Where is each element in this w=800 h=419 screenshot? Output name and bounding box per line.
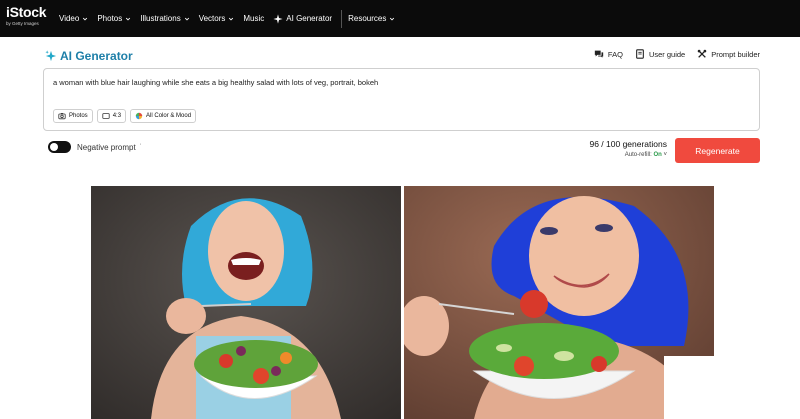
auto-refill-value: On — [653, 152, 662, 158]
book-icon — [636, 49, 644, 59]
chat-bubbles-icon — [594, 50, 604, 58]
nav-item-video[interactable]: Video — [59, 14, 88, 23]
istock-logo[interactable]: iStock by Getty Images — [6, 5, 56, 32]
aspect-ratio-icon — [102, 113, 110, 119]
user-guide-label: User guide — [648, 49, 686, 59]
chip-label: 4:3 — [112, 113, 122, 119]
top-nav: iStock by Getty Images Video Photos Illu… — [0, 0, 800, 37]
toggle-knob — [50, 143, 58, 151]
nav-item-vectors[interactable]: Vectors — [199, 14, 235, 23]
prompt-builder-label: Prompt builder — [711, 49, 760, 59]
logo-text: iStock — [6, 4, 47, 20]
chevron-down-icon — [390, 17, 395, 21]
generation-count: 96 / 100 generations — [589, 139, 667, 149]
nav-item-label: Vectors — [198, 14, 226, 23]
nav-item-ai-generator[interactable]: AI Generator — [273, 13, 333, 24]
page-title: AI Generator — [45, 49, 133, 63]
help-tools: FAQ User guide Prompt builder — [582, 49, 760, 59]
nav-item-label: Music — [243, 14, 265, 23]
nav-item-music[interactable]: Music — [243, 14, 264, 23]
tools-icon — [697, 49, 707, 58]
nav-item-illustrations[interactable]: Illustrations — [140, 14, 189, 23]
prompt-builder-link[interactable]: Prompt builder — [697, 49, 760, 59]
nav-item-label: AI Generator — [286, 14, 333, 23]
user-guide-link[interactable]: User guide — [635, 49, 685, 59]
nav-item-label: Video — [59, 14, 80, 23]
aspect-ratio-chip[interactable]: 4:3 — [96, 109, 127, 123]
chevron-down-icon — [184, 17, 189, 21]
prompt-input[interactable]: a woman with blue hair laughing while sh… — [43, 68, 760, 131]
image-result-1[interactable] — [91, 186, 401, 419]
negative-prompt-label: Negative prompt — [77, 142, 136, 152]
result-image-laughing-woman-light-blue-hair — [91, 186, 401, 419]
content-type-chip[interactable]: Photos — [53, 109, 93, 123]
chevron-down-icon — [126, 17, 131, 21]
chip-label: All Color & Mood — [146, 113, 192, 119]
faq-link[interactable]: FAQ — [594, 49, 623, 59]
chevron-down-icon: ˅ — [663, 152, 667, 158]
chevron-down-icon — [83, 17, 88, 21]
auto-refill-status[interactable]: Auto-refill: On ˅ — [589, 152, 667, 158]
chip-label: Photos — [69, 113, 88, 119]
color-mood-chip[interactable]: All Color & Mood — [130, 109, 197, 123]
camera-icon — [58, 113, 66, 120]
prompt-options: Photos 4:3 All Color & Mood — [53, 109, 200, 123]
nav-item-label: Photos — [97, 14, 123, 23]
nav-item-label: Resources — [348, 14, 387, 23]
nav-divider — [341, 9, 343, 28]
negative-prompt-toggle[interactable] — [48, 141, 71, 153]
generation-counter: 96 / 100 generations Auto-refill: On ˅ — [589, 139, 667, 158]
regenerate-button[interactable]: Regenerate — [675, 138, 760, 163]
sparkle-icon — [45, 50, 57, 62]
prompt-text[interactable]: a woman with blue hair laughing while sh… — [53, 78, 378, 87]
image-result-2[interactable] — [404, 186, 714, 419]
sparkle-icon — [273, 13, 283, 24]
faq-label: FAQ — [607, 49, 623, 59]
result-image-smiling-woman-blue-hair — [404, 186, 714, 419]
negative-prompt-row: Negative prompt ' — [48, 141, 141, 153]
page-title-text: AI Generator — [60, 49, 133, 63]
logo-tagline: by Getty Images — [6, 21, 39, 26]
auto-refill-label: Auto-refill: — [624, 152, 652, 158]
nav-item-photos[interactable]: Photos — [97, 14, 131, 23]
nav-menu: Video Photos Illustrations Vectors Music… — [59, 0, 404, 37]
nav-item-resources[interactable]: Resources — [348, 14, 395, 23]
nav-item-label: Illustrations — [140, 14, 181, 23]
info-icon[interactable]: ' — [140, 144, 141, 150]
chevron-down-icon — [229, 17, 234, 21]
color-wheel-icon — [135, 112, 143, 120]
